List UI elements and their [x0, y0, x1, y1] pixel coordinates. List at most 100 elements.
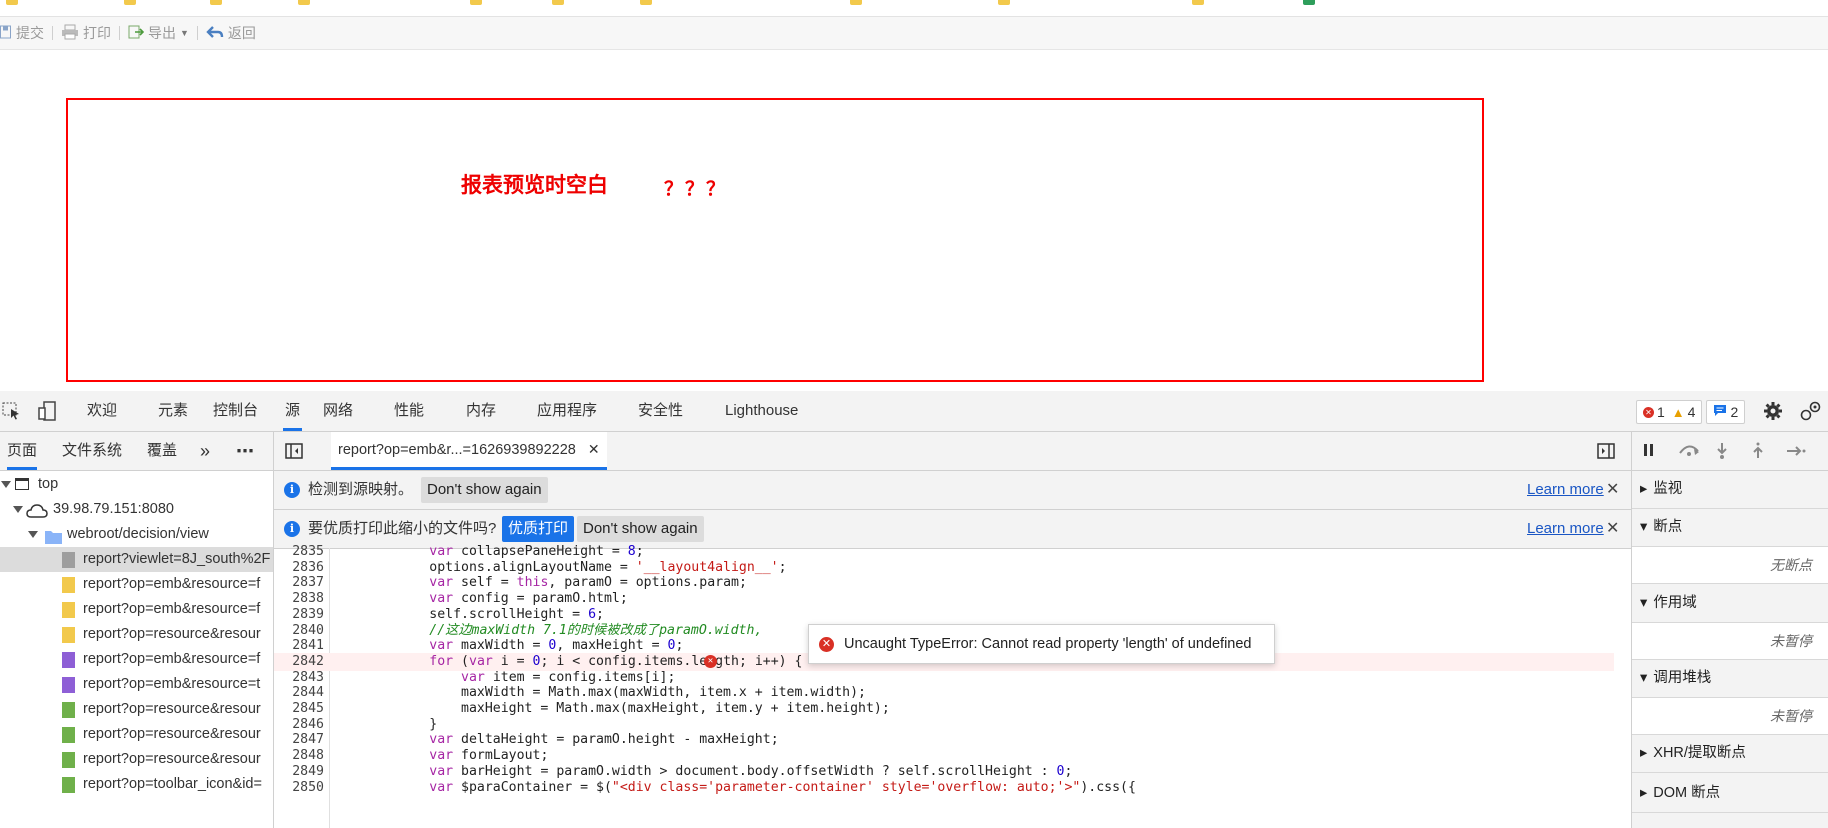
step-out-icon[interactable] — [1752, 442, 1764, 465]
report-question-marks: ？？？ — [664, 179, 728, 200]
close-icon[interactable]: ✕ — [588, 441, 600, 458]
collapse-arrow-icon: ▾ — [1640, 595, 1648, 611]
breakpoints-empty: 无断点 — [1632, 547, 1828, 584]
editor-file-tab[interactable]: report?op=emb&r...=1626939892228 ✕ — [331, 432, 607, 470]
step-icon[interactable] — [1786, 444, 1806, 462]
messages-badge[interactable]: 2 — [1706, 400, 1746, 424]
pause-icon[interactable] — [1644, 444, 1647, 456]
folder-icon — [45, 528, 62, 547]
tree-item-file[interactable]: report?op=resource&resour — [0, 697, 273, 722]
report-preview: 报表预览时空白 ？？？ — [0, 50, 1828, 391]
devtools-tabbar: 欢迎 元素 控制台 源 网络 性能 内存 应用程序 安全性 Lighthouse… — [0, 391, 1828, 432]
editor-tab-label: report?op=emb&r...=1626939892228 — [338, 441, 576, 458]
inspect-element-icon[interactable] — [2, 402, 22, 424]
error-count: 1 — [1657, 404, 1665, 420]
tab-memory[interactable]: 内存 — [466, 391, 496, 431]
file-icon — [62, 577, 75, 593]
tree-item-file[interactable]: report?op=emb&resource=f — [0, 597, 273, 622]
bookmark-folder-icon[interactable] — [470, 0, 482, 5]
section-call-stack[interactable]: ▾ 调用堆栈 — [1632, 660, 1828, 698]
more-tabs-icon[interactable]: » — [200, 432, 210, 470]
section-breakpoints[interactable]: ▾ 断点 — [1632, 509, 1828, 547]
tab-elements[interactable]: 元素 — [158, 391, 188, 431]
tab-security[interactable]: 安全性 — [638, 391, 683, 431]
bookmark-folder-icon[interactable] — [850, 0, 862, 5]
tab-performance[interactable]: 性能 — [394, 391, 424, 431]
submit-button[interactable]: 提交 — [0, 23, 50, 43]
tree-item-file[interactable]: report?op=resource&resour — [0, 722, 273, 747]
expand-arrow-icon: ▸ — [1640, 745, 1648, 761]
code-view[interactable]: 2835 var collapsePaneHeight = 8; 2836 opt… — [274, 544, 1614, 828]
tree-item-file[interactable]: report?op=emb&resource=f — [0, 647, 273, 672]
step-over-icon[interactable] — [1678, 443, 1700, 462]
nav-tab-overrides[interactable]: 覆盖 — [147, 432, 177, 470]
tab-lighthouse[interactable]: Lighthouse — [725, 391, 798, 431]
dont-show-again-button[interactable]: Don't show again — [421, 477, 548, 503]
tab-sources[interactable]: 源 — [283, 391, 303, 431]
bookmark-folder-icon[interactable] — [640, 0, 652, 5]
export-button[interactable]: 导出 ▼ — [122, 23, 195, 43]
toolbar-divider — [196, 26, 198, 40]
tree-item-host[interactable]: 39.98.79.151:8080 — [0, 497, 273, 522]
report-annotation: 报表预览时空白 — [461, 173, 608, 197]
toggle-navigator-icon[interactable] — [285, 443, 303, 464]
tab-welcome[interactable]: 欢迎 — [87, 391, 117, 431]
customize-devtools-icon[interactable] — [1800, 401, 1822, 425]
bookmark-sheet-icon[interactable] — [1303, 0, 1315, 5]
tree-label: top — [38, 476, 59, 492]
section-scope[interactable]: ▾ 作用域 — [1632, 585, 1828, 623]
gear-icon[interactable] — [1763, 401, 1783, 425]
expand-arrow-icon: ▸ — [1640, 785, 1648, 801]
pretty-print-button[interactable]: 优质打印 — [502, 516, 575, 542]
tree-item-file[interactable]: report?op=emb&resource=f — [0, 572, 273, 597]
tab-network[interactable]: 网络 — [323, 391, 353, 431]
chevron-down-icon: ▼ — [180, 28, 189, 38]
section-title: 作用域 — [1653, 595, 1697, 611]
tree-item-top[interactable]: top — [0, 472, 273, 497]
console-counts[interactable]: ✕ 1 ▲ 4 — [1636, 400, 1703, 424]
export-label: 导出 — [148, 25, 176, 41]
tree-item-file[interactable]: report?op=resource&resour — [0, 622, 273, 647]
back-button[interactable]: 返回 — [200, 23, 262, 43]
nav-tab-page[interactable]: 页面 — [7, 432, 38, 470]
device-toggle-icon[interactable] — [38, 401, 56, 425]
print-button[interactable]: 打印 — [55, 23, 117, 43]
tree-item-file[interactable]: report?op=resource&resour — [0, 747, 273, 772]
more-options-icon[interactable]: ⋯ — [236, 432, 254, 470]
tree-label: report?op=emb&resource=f — [83, 651, 261, 667]
close-icon[interactable]: ✕ — [1606, 471, 1619, 509]
warning-icon: ▲ — [1671, 404, 1685, 420]
bookmark-folder-icon[interactable] — [998, 0, 1010, 5]
tree-item-file[interactable]: report?op=emb&resource=t — [0, 672, 273, 697]
error-icon: ✕ — [819, 636, 834, 652]
debugger-toolbar — [1632, 432, 1828, 471]
code-line[interactable]: 2850 var $paraContainer = $("<div class=… — [274, 779, 1614, 797]
bookmark-folder-icon[interactable] — [6, 0, 18, 5]
section-dom-breakpoints[interactable]: ▸ DOM 断点 — [1632, 775, 1828, 813]
bookmark-folder-icon[interactable] — [1192, 0, 1204, 5]
tree-label: report?op=emb&resource=f — [83, 576, 261, 592]
section-watch[interactable]: ▸ 监视 — [1632, 471, 1828, 509]
tree-item-file[interactable]: report?viewlet=8J_south%2F — [0, 547, 273, 572]
learn-more-link[interactable]: Learn more — [1527, 471, 1604, 509]
nav-tab-filesystem[interactable]: 文件系统 — [62, 432, 122, 470]
bookmark-folder-icon[interactable] — [552, 0, 564, 5]
bookmarks-bar — [0, 0, 1828, 17]
tab-application[interactable]: 应用程序 — [537, 391, 597, 431]
issues-counter[interactable]: ✕ 1 ▲ 4 2 — [1636, 400, 1746, 424]
section-xhr-breakpoints[interactable]: ▸ XHR/提取断点 — [1632, 735, 1828, 773]
step-into-icon[interactable] — [1716, 442, 1728, 465]
dont-show-again-button[interactable]: Don't show again — [577, 516, 704, 542]
line-number[interactable]: 2850 — [274, 779, 324, 797]
inline-error-icon[interactable]: ✕ — [704, 654, 717, 668]
tree-item-folder[interactable]: webroot/decision/view — [0, 522, 273, 547]
back-arrow-icon — [206, 24, 224, 43]
tab-console[interactable]: 控制台 — [213, 391, 258, 431]
tree-item-file[interactable]: report?op=toolbar_icon&id= — [0, 772, 273, 797]
call-stack-empty: 未暂停 — [1632, 698, 1828, 735]
bookmark-folder-icon[interactable] — [298, 0, 310, 5]
toggle-debugger-icon[interactable] — [1597, 443, 1615, 464]
bookmark-folder-icon[interactable] — [124, 0, 136, 5]
cloud-icon — [26, 502, 48, 522]
bookmark-folder-icon[interactable] — [210, 0, 222, 5]
